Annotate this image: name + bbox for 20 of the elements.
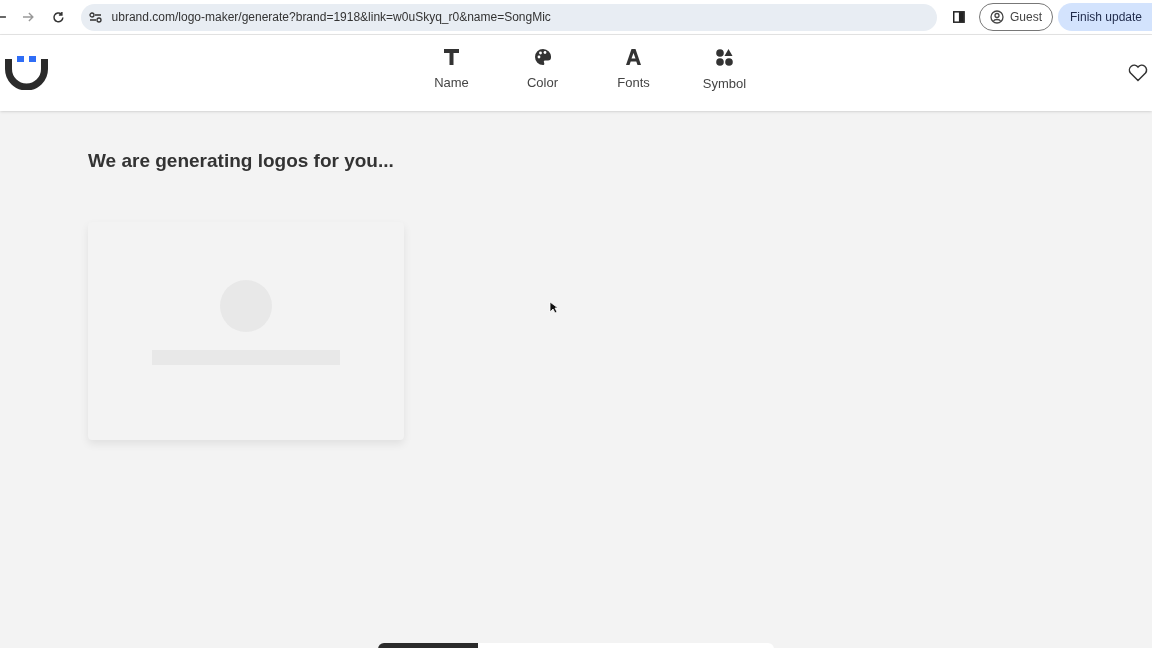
nav-tab[interactable]: Name	[406, 49, 497, 94]
nav-tab[interactable]: Symbol	[679, 49, 770, 94]
forward-icon[interactable]	[21, 11, 34, 23]
reload-icon[interactable]	[51, 10, 65, 24]
cursor-icon	[549, 300, 558, 315]
url-text: ubrand.com/logo-maker/generate?brand=1918&link=w0uSkyq_r0&name=SongMic	[111, 9, 551, 26]
side-panel-icon[interactable]	[953, 11, 965, 23]
account-icon	[989, 10, 1004, 24]
site-settings-icon[interactable]	[88, 11, 102, 23]
shapes-icon	[716, 49, 733, 66]
page-heading: We are generating logos for you...	[88, 149, 395, 173]
palette-icon	[534, 49, 551, 65]
letter-a-icon	[626, 49, 641, 65]
nav-tab[interactable]: Fonts	[588, 49, 679, 94]
nav-tab[interactable]: Color	[497, 49, 588, 94]
heart-icon[interactable]	[1128, 64, 1148, 82]
letter-t-icon	[444, 49, 459, 65]
logo-icon[interactable]	[5, 56, 48, 90]
finish-update-button[interactable]: Finish update	[1057, 3, 1152, 31]
address-bar[interactable]: ubrand.com/logo-maker/generate?brand=1918&link=w0uSkyq_r0&name=SongMic	[80, 3, 938, 31]
